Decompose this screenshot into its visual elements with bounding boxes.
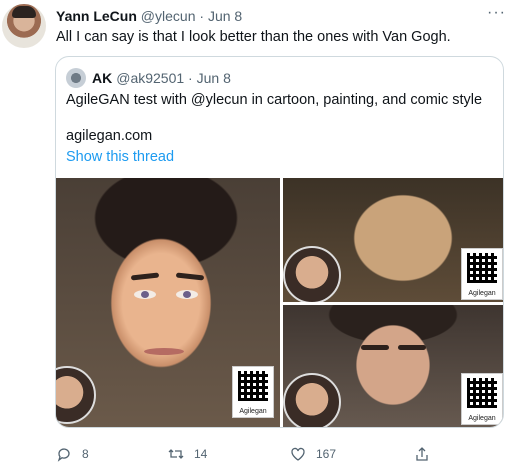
quote-header: AK @ak92501 · Jun 8 bbox=[66, 68, 231, 88]
tweet-date[interactable]: Jun 8 bbox=[208, 8, 242, 24]
face-brow bbox=[398, 345, 426, 350]
original-photo-inset bbox=[56, 366, 96, 424]
share-button[interactable] bbox=[414, 446, 440, 462]
qr-watermark: Agilegan bbox=[461, 248, 503, 300]
author-handle[interactable]: @ylecun bbox=[141, 8, 196, 24]
media-image-painting[interactable]: Agilegan bbox=[283, 178, 503, 302]
face-brow bbox=[361, 345, 389, 350]
more-icon[interactable]: ··· bbox=[487, 4, 506, 22]
quote-link-text: agilegan.com bbox=[66, 128, 153, 144]
like-button[interactable]: 167 bbox=[290, 446, 336, 462]
show-thread-link[interactable]: Show this thread bbox=[66, 149, 174, 165]
action-bar: 8 14 167 bbox=[56, 446, 486, 462]
retweet-icon bbox=[168, 449, 184, 459]
watermark-label: Agilegan bbox=[468, 415, 496, 422]
tweet-header: Yann LeCun @ylecun · Jun 8 bbox=[56, 8, 242, 24]
reply-icon bbox=[57, 448, 70, 462]
face-brow bbox=[130, 272, 160, 281]
quote-avatar[interactable] bbox=[66, 68, 86, 88]
retweet-count: 14 bbox=[194, 447, 208, 461]
retweet-button[interactable]: 14 bbox=[168, 446, 207, 462]
dot-separator: · bbox=[184, 70, 197, 86]
qr-code-icon bbox=[467, 378, 497, 408]
watermark-label: Agilegan bbox=[468, 290, 496, 297]
qr-code-icon bbox=[467, 253, 497, 283]
quote-author-name[interactable]: AK bbox=[92, 70, 112, 86]
share-icon bbox=[416, 447, 428, 461]
author-avatar[interactable] bbox=[2, 4, 46, 48]
media-image-comic[interactable]: Agilegan bbox=[283, 305, 503, 427]
watermark-label: Agilegan bbox=[239, 408, 267, 415]
like-icon bbox=[291, 447, 305, 461]
qr-watermark: Agilegan bbox=[461, 373, 503, 425]
face-eye bbox=[176, 290, 198, 299]
qr-code-icon bbox=[238, 371, 268, 401]
face-mouth bbox=[144, 348, 184, 355]
reply-button[interactable]: 8 bbox=[56, 446, 89, 462]
tweet-text: All I can say is that I look better than… bbox=[56, 29, 451, 45]
quoted-tweet[interactable]: AK @ak92501 · Jun 8 AgileGAN test with @… bbox=[55, 56, 504, 428]
quote-author-handle[interactable]: @ak92501 bbox=[116, 70, 184, 86]
original-photo-inset bbox=[283, 373, 341, 427]
author-name[interactable]: Yann LeCun bbox=[56, 8, 137, 24]
face-eye bbox=[134, 290, 156, 299]
media-grid[interactable]: Agilegan Agilegan Agilegan bbox=[56, 178, 503, 427]
quote-text: AgileGAN test with @ylecun in cartoon, p… bbox=[66, 92, 483, 108]
dot-separator: · bbox=[199, 8, 205, 24]
reply-count: 8 bbox=[82, 447, 89, 461]
original-photo-inset bbox=[283, 246, 341, 302]
qr-watermark: Agilegan bbox=[232, 366, 274, 418]
like-count: 167 bbox=[316, 447, 337, 461]
quote-date[interactable]: Jun 8 bbox=[197, 70, 231, 86]
face-brow bbox=[175, 272, 205, 281]
media-image-cartoon[interactable]: Agilegan bbox=[56, 178, 280, 427]
